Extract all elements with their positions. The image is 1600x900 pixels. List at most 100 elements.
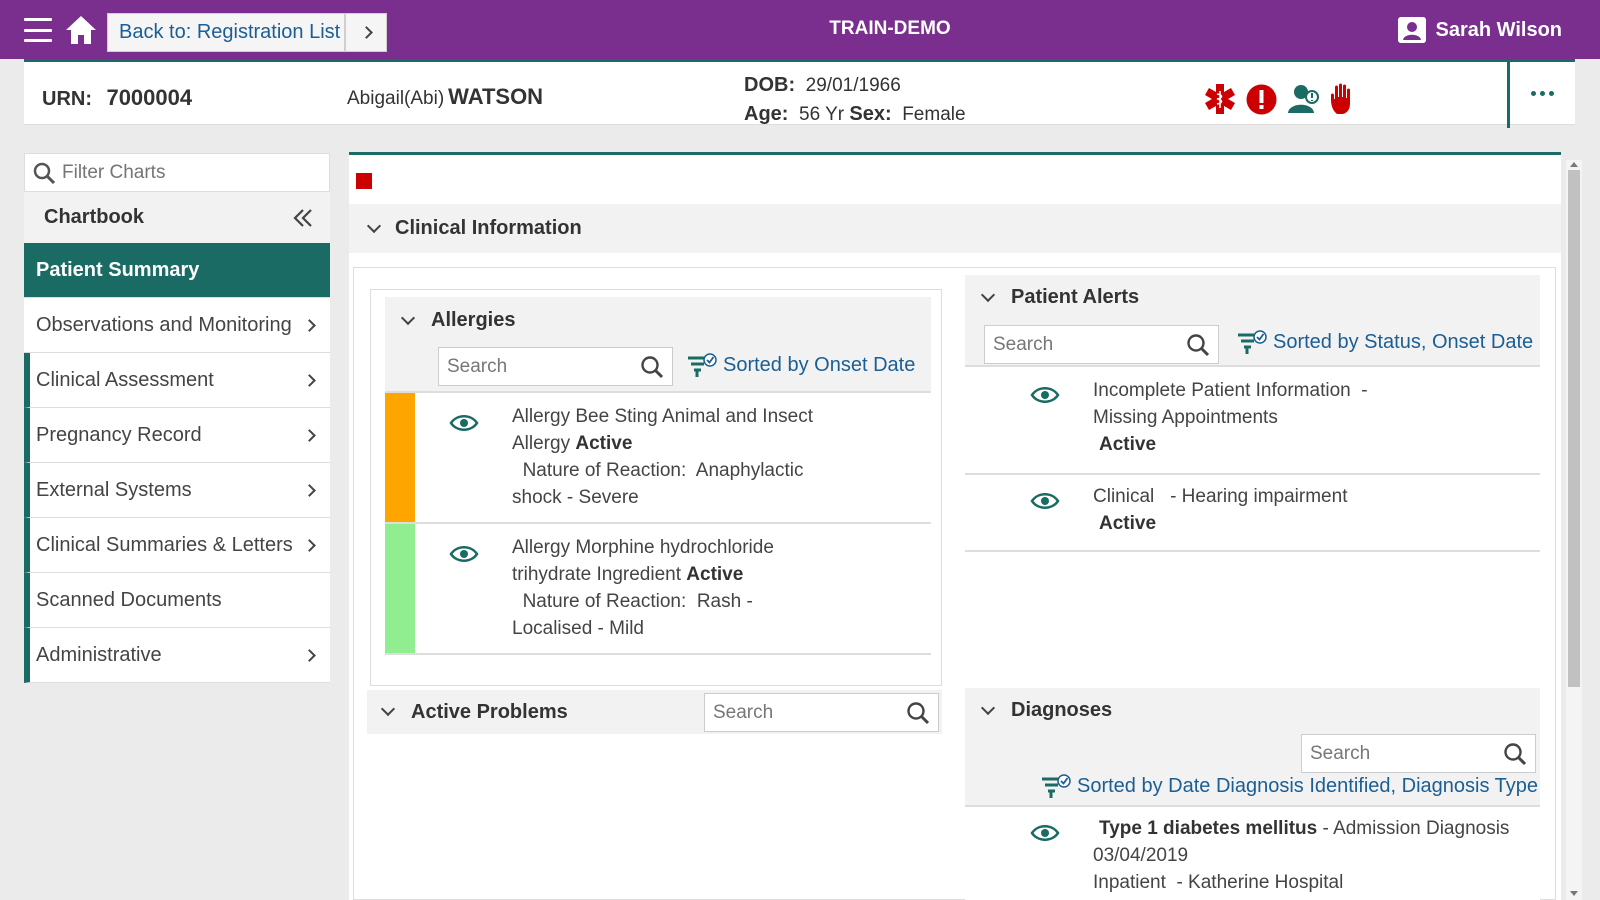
user-menu[interactable]: Sarah Wilson <box>1398 17 1562 43</box>
age-label: Age: <box>744 103 789 125</box>
active-problems-toggle[interactable]: Active Problems <box>380 701 568 724</box>
sex-value: Female <box>902 104 966 125</box>
allergy-status: Active <box>575 433 633 454</box>
eye-icon[interactable] <box>1030 823 1060 843</box>
diagnosis-row[interactable]: Type 1 diabetes mellitus - Admission Dia… <box>965 809 1540 900</box>
search-placeholder: Search <box>713 701 774 723</box>
exclamation-icon[interactable] <box>1246 84 1277 115</box>
patient-alerts-sort[interactable]: Sorted by Status, Onset Date <box>1237 329 1533 355</box>
clinical-information-header[interactable]: Clinical Information <box>349 204 1561 253</box>
sidebar-item-label: Administrative <box>36 643 162 666</box>
allergy-status: Active <box>686 564 744 585</box>
section-title: Clinical Information <box>395 217 582 239</box>
chevron-right-icon <box>303 318 316 332</box>
home-icon[interactable] <box>64 14 98 46</box>
sidebar-item-label: Clinical Assessment <box>36 368 214 391</box>
medical-star-icon[interactable] <box>1204 83 1236 115</box>
sidebar-item-label: Pregnancy Record <box>36 423 202 446</box>
patient-given-name: Abigail(Abi) <box>347 88 445 109</box>
eye-icon[interactable] <box>449 544 479 564</box>
active-problems-search[interactable]: Search <box>704 693 939 732</box>
scrollbar[interactable] <box>1566 160 1582 900</box>
patient-demographics: DOB: 29/01/1966 Age: 56 Yr Sex: Female <box>744 71 966 129</box>
sidebar-item-label: Clinical Summaries & Letters <box>36 533 293 556</box>
allergies-title: Allergies <box>431 309 516 331</box>
allergies-search[interactable]: Search <box>438 347 673 386</box>
diagnosis-text: Type 1 diabetes mellitus - Admission Dia… <box>1093 815 1523 896</box>
eye-icon[interactable] <box>1030 385 1060 405</box>
chevron-right-icon[interactable] <box>345 13 387 52</box>
sidebar-item-pregnancy-record[interactable]: Pregnancy Record <box>24 408 330 463</box>
allergy-row[interactable]: Allergy Morphine hydrochloride trihydrat… <box>385 524 931 655</box>
sort-filter-icon <box>688 353 717 377</box>
chevron-down-icon <box>366 218 382 233</box>
eye-icon[interactable] <box>1030 491 1060 511</box>
search-icon[interactable] <box>906 701 930 725</box>
chevron-right-icon <box>303 373 316 387</box>
filter-charts-input[interactable] <box>62 161 302 184</box>
allergies-toggle[interactable]: Allergies <box>400 309 516 332</box>
diagnosis-name: Type 1 diabetes mellitus <box>1099 818 1318 839</box>
menu-icon[interactable] <box>24 18 52 42</box>
patient-alerts-search[interactable]: Search <box>984 325 1219 364</box>
search-icon[interactable] <box>1186 333 1210 357</box>
user-name: Sarah Wilson <box>1435 18 1562 41</box>
alert-row[interactable]: Clinical - Hearing impairment Active <box>965 475 1540 552</box>
search-icon[interactable] <box>1503 742 1527 766</box>
patient-name: Abigail(Abi) WATSON <box>347 84 543 110</box>
sidebar-item-administrative[interactable]: Administrative <box>24 628 330 683</box>
more-icon[interactable] <box>1507 59 1575 128</box>
search-placeholder: Search <box>447 355 508 377</box>
chevron-right-icon <box>303 483 316 497</box>
sidebar-item-external-systems[interactable]: External Systems <box>24 463 330 518</box>
hand-stop-icon[interactable] <box>1329 82 1359 116</box>
patient-alert-icons <box>1204 82 1359 116</box>
search-icon[interactable] <box>640 355 664 379</box>
allergies-sort[interactable]: Sorted by Onset Date <box>687 352 915 378</box>
sidebar-item-label: Observations and Monitoring <box>36 313 292 336</box>
urn-value: 7000004 <box>106 85 193 110</box>
chevron-right-icon <box>303 538 316 552</box>
search-placeholder: Search <box>993 333 1054 355</box>
search-icon <box>33 162 55 184</box>
sidebar-item-scanned-documents[interactable]: Scanned Documents <box>24 573 330 628</box>
allergy-row[interactable]: Allergy Bee Sting Animal and Insect Alle… <box>385 393 931 524</box>
sidebar-item-observations[interactable]: Observations and Monitoring <box>24 298 330 353</box>
sidebar-item-clinical-assessment[interactable]: Clinical Assessment <box>24 353 330 408</box>
patient-family-name: WATSON <box>448 84 544 109</box>
sort-filter-icon <box>1042 774 1071 798</box>
diagnoses-search[interactable]: Search <box>1301 734 1536 773</box>
person-alert-icon[interactable] <box>1287 83 1319 115</box>
chevron-right-icon <box>303 648 316 662</box>
filter-charts <box>24 153 330 192</box>
alert-row[interactable]: Incomplete Patient Information - Missing… <box>965 369 1540 475</box>
sorted-label: Sorted by Status, Onset Date <box>1273 330 1534 353</box>
diagnoses-sort[interactable]: Sorted by Date Diagnosis Identified, Dia… <box>1041 773 1538 799</box>
chevron-down-icon <box>400 310 416 325</box>
allergy-text: Allergy Bee Sting Animal and Insect Alle… <box>512 403 822 511</box>
active-problems-header: Active Problems Search <box>367 690 942 734</box>
eye-icon[interactable] <box>449 413 479 433</box>
alert-description: Incomplete Patient Information - Missing… <box>1093 380 1373 428</box>
sidebar-item-label: Scanned Documents <box>36 588 222 611</box>
back-to-registration-button[interactable]: Back to: Registration List <box>107 13 345 52</box>
chartbook-label: Chartbook <box>44 206 144 228</box>
dob-label: DOB: <box>744 74 796 96</box>
urn-label: URN: <box>42 88 92 110</box>
sorted-label: Sorted by Date Diagnosis Identified, Dia… <box>1077 774 1539 797</box>
alert-status: Active <box>1099 513 1157 534</box>
sex-label: Sex: <box>849 103 892 125</box>
diagnoses-header: Diagnoses Search Sorted by Date Diagnosi… <box>965 688 1540 807</box>
alert-status: Active <box>1099 434 1157 455</box>
sidebar-item-patient-summary[interactable]: Patient Summary <box>24 243 330 298</box>
sidebar-item-label: Patient Summary <box>36 258 200 281</box>
allergy-substance: Allergy Bee Sting Animal and Insect Alle… <box>512 406 814 454</box>
allergy-reaction: Nature of Reaction: Anaphylactic shock -… <box>512 460 809 508</box>
patient-alerts-toggle[interactable]: Patient Alerts <box>980 286 1139 309</box>
diagnoses-toggle[interactable]: Diagnoses <box>980 699 1112 722</box>
sidebar-item-clinical-summaries[interactable]: Clinical Summaries & Letters <box>24 518 330 573</box>
alert-text: Clinical - Hearing impairment Active <box>1093 483 1423 537</box>
sidebar-item-label: External Systems <box>36 478 192 501</box>
chartbook-header: Chartbook <box>24 192 330 243</box>
double-chevron-left-icon[interactable] <box>292 208 314 228</box>
